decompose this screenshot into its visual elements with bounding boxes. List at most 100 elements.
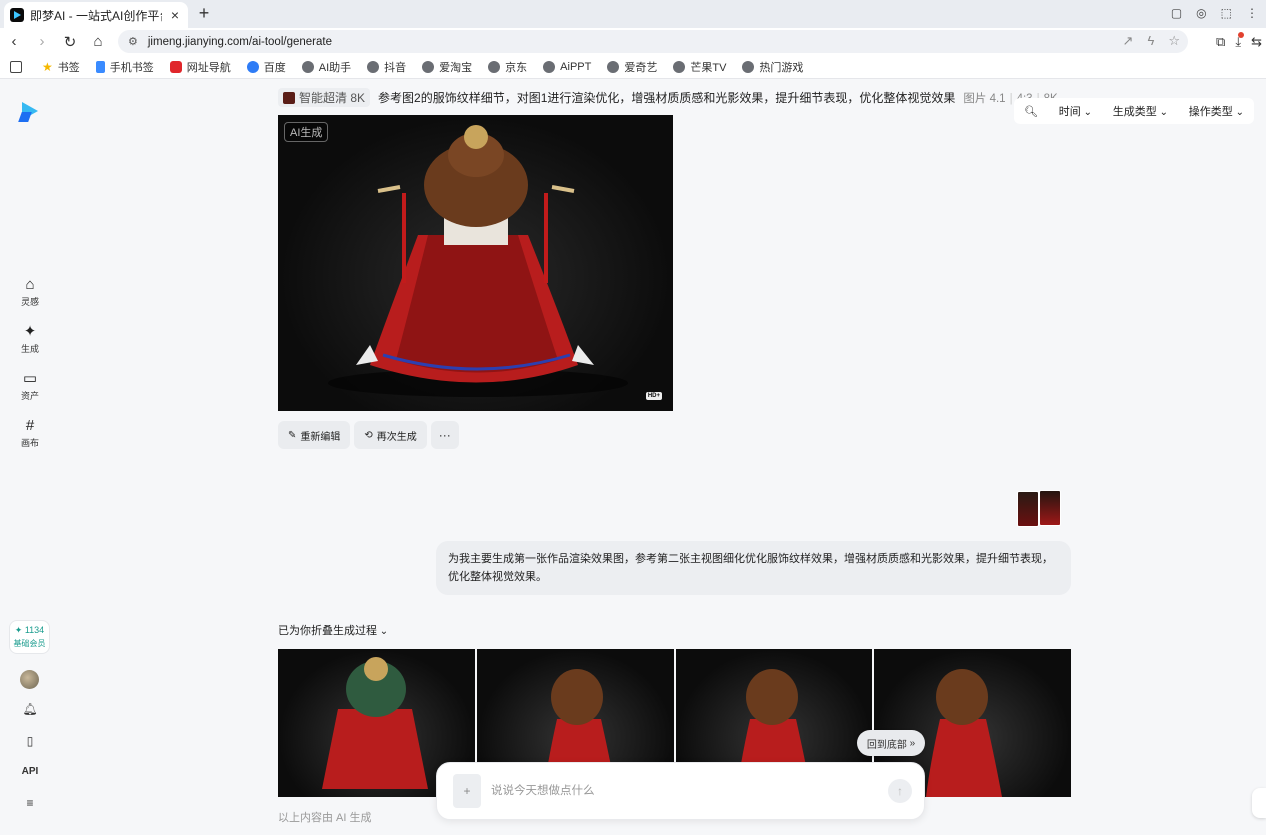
add-reference-button[interactable]: + (453, 774, 481, 808)
sidebar: ⌂ 灵感 ✦ 生成 ▭ 资产 # 画布 ✦ 1134 基础会员 🔔︎ ▯ API… (0, 80, 60, 835)
send-arrow-icon[interactable]: ↑ (888, 779, 912, 803)
globe-icon (422, 60, 435, 73)
jimeng-logo-icon[interactable] (20, 102, 40, 122)
folder-icon: ▭ (22, 370, 38, 387)
filter-time[interactable]: 时间 (1059, 103, 1092, 119)
share-icon[interactable]: ↗ (1123, 33, 1134, 49)
bookmark-star-icon[interactable]: ☆ (1168, 33, 1180, 49)
apps-grid-icon[interactable] (10, 60, 22, 73)
api-link[interactable]: API (20, 766, 40, 777)
sparkle-icon: ✦ (23, 323, 37, 340)
filter-op-type[interactable]: 操作类型 (1189, 103, 1244, 119)
upscale-tag[interactable]: 智能超清 8K (278, 88, 371, 107)
bookmark-item[interactable]: 网址导航 (169, 59, 231, 75)
bookmark-item[interactable]: 百度 (246, 59, 286, 75)
bookmark-item[interactable]: 芒果TV (673, 59, 726, 75)
sidebar-item-inspiration[interactable]: ⌂ 灵感 (10, 276, 50, 308)
bookmark-item[interactable]: 爱淘宝 (422, 59, 472, 75)
edit-icon: ✎ (288, 429, 297, 441)
ai-generated-badge: AI生成 (284, 122, 329, 142)
membership-badge[interactable]: ✦ 1134 基础会员 (9, 620, 50, 654)
menu-icon[interactable]: ⋮ (1246, 6, 1258, 20)
back-to-bottom-button[interactable]: 回到底部 » (857, 730, 925, 756)
bookmark-item[interactable]: 热门游戏 (742, 59, 803, 75)
sidebar-item-canvas[interactable]: # 画布 (10, 417, 50, 449)
phone-icon (95, 60, 105, 73)
download-icon[interactable]: ⤓ (1235, 31, 1244, 50)
device-icon[interactable]: ▯ (20, 734, 40, 748)
reload-icon[interactable]: ↻ (56, 33, 84, 51)
bookmarks-bar: ★ 书签 手机书签 网址导航 百度 AI助手 抖音 爱淘宝 京东 AiPPT 爱奇… (0, 55, 1266, 79)
browser-tabbar: 即梦AI - 一站式AI创作平台 × + ▢ ◎ ⬚ ⋮ (0, 0, 1266, 28)
lightning-icon[interactable]: ϟ (1147, 33, 1154, 49)
bookmark-item[interactable]: 手机书签 (95, 59, 154, 75)
reference-thumb (283, 91, 295, 104)
globe-icon (607, 60, 620, 73)
new-tab-icon[interactable]: + (194, 3, 214, 24)
figure-illustration (328, 125, 628, 397)
side-panel-handle[interactable] (1252, 788, 1266, 818)
sidebar-toggle-icon[interactable]: ⇆ (1251, 34, 1262, 50)
url-text[interactable]: jimeng.jianying.com/ai-tool/generate (148, 36, 332, 48)
bookmark-item[interactable]: 抖音 (367, 59, 406, 75)
bookmark-item[interactable]: 爱奇艺 (607, 59, 657, 75)
extension-icon[interactable]: ⬚ (1221, 6, 1232, 20)
home-icon: ⌂ (25, 276, 35, 293)
baidu-icon (246, 60, 259, 73)
bookmark-item[interactable]: AiPPT (543, 60, 591, 73)
forward-icon[interactable]: › (28, 33, 56, 50)
record-header: 智能超清 8K 参考图2的服饰纹样细节，对图1进行渲染优化，增强材质质感和光影效… (278, 88, 1058, 107)
reedit-button[interactable]: ✎ 重新编辑 (278, 421, 351, 449)
user-message: 为我主要生成第一张作品渲染效果图，参考第二张主视图细化优化服饰纹样效果，增强材质… (436, 541, 1071, 595)
sidebar-item-generate[interactable]: ✦ 生成 (10, 323, 50, 355)
nav-site-icon (169, 60, 182, 73)
points-count: ✦ 1134 (14, 625, 45, 635)
browser-toolbar: ‹ › ↻ ⌂ ⚙ jimeng.jianying.com/ai-tool/ge… (0, 28, 1266, 55)
filter-bar: 🔍︎ 时间 生成类型 操作类型 (1014, 98, 1254, 124)
prompt-input-box: + ↑ (436, 762, 925, 820)
incognito-icon[interactable]: ◎ (1196, 6, 1206, 20)
globe-icon (673, 60, 686, 73)
bell-icon[interactable]: 🔔︎ (20, 702, 40, 716)
double-chevron-icon: » (906, 737, 916, 749)
avatar[interactable] (20, 670, 39, 689)
model-label: 图片 4.1 (963, 92, 1006, 105)
profile-icon[interactable]: ▢ (1171, 6, 1182, 20)
back-icon[interactable]: ‹ (0, 33, 28, 50)
main-content: 智能超清 8K 参考图2的服饰纹样细节，对图1进行渲染优化，增强材质质感和光影效… (60, 80, 1266, 835)
globe-icon (742, 60, 755, 73)
record-actions: ✎ 重新编辑 ⟲ 再次生成 ··· (278, 421, 459, 449)
app-root: ⌂ 灵感 ✦ 生成 ▭ 资产 # 画布 ✦ 1134 基础会员 🔔︎ ▯ API… (0, 80, 1266, 835)
reference-images[interactable] (1017, 490, 1067, 528)
refresh-icon: ⟲ (364, 429, 373, 441)
prompt-text: 参考图2的服饰纹样细节，对图1进行渲染优化，增强材质质感和光影效果，提升细节表现… (378, 91, 956, 105)
ai-disclaimer: 以上内容由 AI 生成 (278, 812, 372, 824)
app-favicon-icon (10, 8, 24, 22)
prompt-input[interactable] (491, 781, 871, 801)
reference-image[interactable] (1039, 490, 1061, 526)
bookmark-item[interactable]: 京东 (488, 59, 527, 75)
bookmark-item[interactable]: AI助手 (301, 59, 351, 75)
address-bar[interactable]: ⚙ jimeng.jianying.com/ai-tool/generate ↗… (118, 30, 1188, 53)
hd-badge: HD+ (645, 392, 662, 400)
reference-image[interactable] (1017, 491, 1039, 527)
canvas-icon: # (25, 417, 35, 434)
search-icon[interactable]: 🔍︎ (1024, 105, 1038, 118)
browser-tab[interactable]: 即梦AI - 一站式AI创作平台 × (4, 2, 188, 28)
globe-icon (543, 60, 556, 73)
more-button[interactable]: ··· (430, 421, 459, 449)
close-tab-icon[interactable]: × (168, 7, 182, 23)
regenerate-button[interactable]: ⟲ 再次生成 (354, 421, 427, 449)
window-controls: ▢ ◎ ⬚ ⋮ (1171, 6, 1258, 20)
generated-image[interactable]: AI生成 HD+ (278, 115, 673, 411)
menu-lines-icon[interactable]: ≡ (20, 796, 40, 810)
extensions-icon[interactable]: ⧉ (1216, 34, 1225, 50)
bookmark-item[interactable]: ★ 书签 (42, 59, 80, 75)
home-nav-icon[interactable]: ⌂ (84, 33, 112, 50)
sidebar-item-assets[interactable]: ▭ 资产 (10, 370, 50, 402)
star-icon: ★ (42, 59, 53, 74)
tab-title: 即梦AI - 一站式AI创作平台 (30, 8, 162, 23)
site-info-icon[interactable]: ⚙ (128, 35, 138, 48)
filter-gen-type[interactable]: 生成类型 (1113, 103, 1168, 119)
collapse-toggle[interactable]: 已为你折叠生成过程 (278, 622, 388, 638)
